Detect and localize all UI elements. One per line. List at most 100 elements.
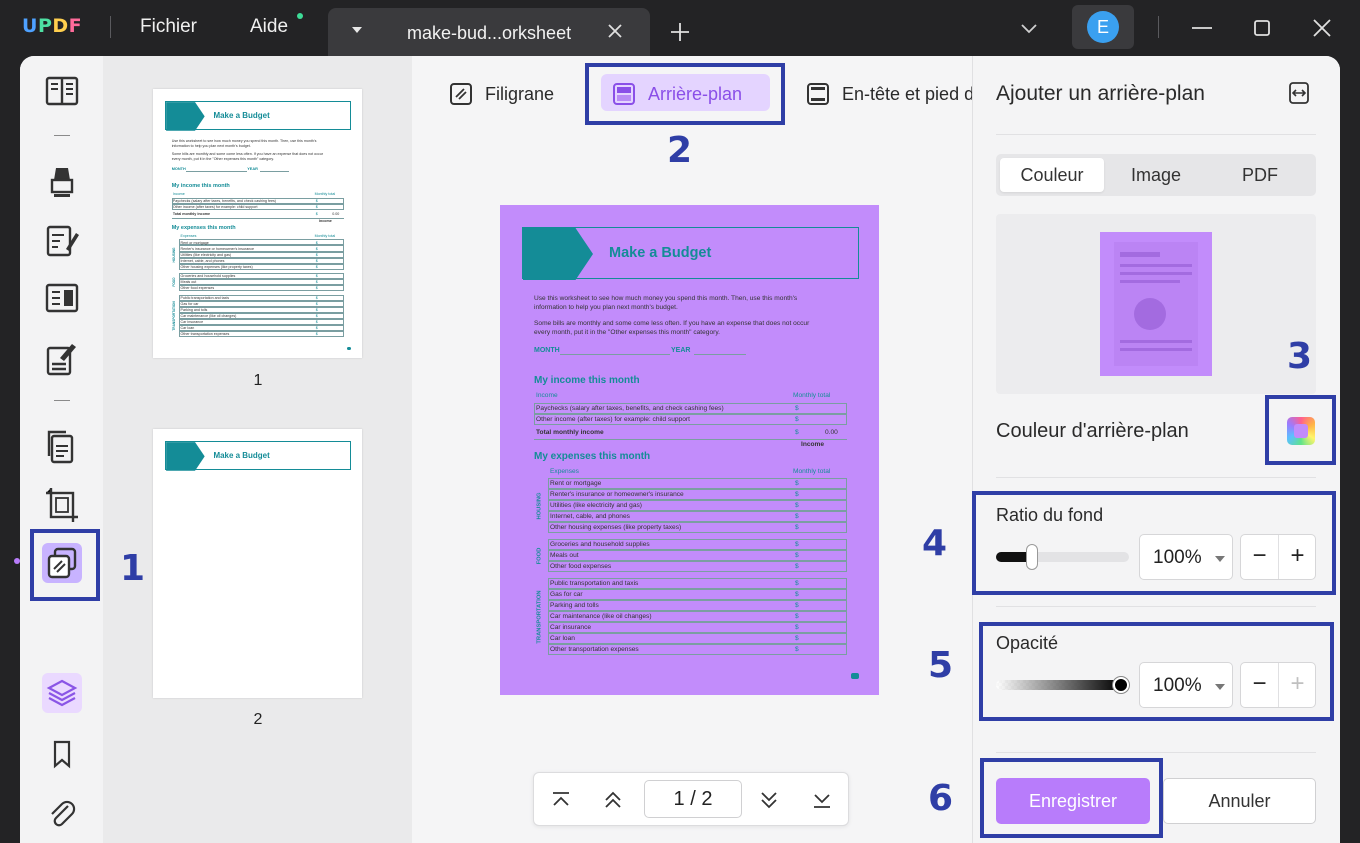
doc-expense-row-label: Car insurance	[180, 319, 204, 324]
doc-dollar: $	[315, 274, 318, 279]
fit-width-icon[interactable]	[1286, 80, 1312, 106]
paperclip-icon	[51, 800, 76, 827]
doc-dollar: $	[315, 258, 318, 263]
annotation-number-2: 2	[667, 130, 693, 171]
doc-expense-row-label: Gas for car	[550, 591, 583, 598]
doc-title: Make a Budget	[609, 245, 712, 261]
sign-tool[interactable]	[42, 338, 82, 378]
attachment-tool[interactable]	[42, 794, 82, 834]
doc-expense-row-label: Car maintenance (like oil changes)	[550, 613, 652, 620]
annotation-box-5	[979, 622, 1334, 721]
form-icon	[45, 283, 79, 313]
crop-tool[interactable]	[42, 484, 82, 524]
doc-expense-row-label: Groceries and household supplies	[550, 541, 650, 548]
money-icon	[166, 102, 205, 131]
chevron-down-icon[interactable]	[1018, 17, 1040, 39]
account-button[interactable]: E	[1072, 5, 1134, 49]
doc-month-line	[186, 171, 247, 173]
doc-intro: every month, put it in the "Other expens…	[534, 329, 720, 336]
title-bar: UPDF Fichier Aide make-bud...orksheet E	[0, 0, 1360, 56]
comment-tool[interactable]	[42, 160, 82, 200]
tab-color[interactable]: Couleur	[1000, 158, 1104, 192]
money-icon	[523, 228, 593, 280]
doc-income-row-label: Paychecks (salary after taxes, benefits,…	[172, 199, 276, 204]
page-thumbnail[interactable]: Make a Budget Use this worksheet to see h…	[153, 89, 362, 358]
first-page-icon[interactable]	[548, 787, 574, 813]
bookmark-tool[interactable]	[42, 734, 82, 774]
logo-letter-f: F	[68, 15, 83, 37]
doc-footer-arrow	[851, 673, 859, 679]
cancel-button[interactable]: Annuler	[1163, 778, 1316, 824]
minimize-icon[interactable]	[1188, 14, 1216, 42]
maximize-icon[interactable]	[1248, 14, 1276, 42]
menu-help[interactable]: Aide	[250, 16, 288, 38]
doc-expense-row-label: Utilities (like electricity and gas)	[180, 252, 232, 257]
doc-monthly-total-col: Monthly total	[314, 192, 336, 197]
document-canvas: Filigrane Arrière-plan En-tête et pied d…	[412, 56, 974, 843]
layers-icon	[46, 679, 78, 707]
updf-logo[interactable]: UPDF	[22, 15, 82, 37]
current-page: 1	[673, 788, 685, 810]
doc-banner: Make a Budget	[165, 101, 351, 131]
document-page[interactable]: Make a Budget Use this worksheet to see h…	[500, 205, 879, 695]
doc-expense-row-label: Public transportation and taxis	[180, 295, 230, 300]
thumbnail-page-number: 1	[253, 372, 263, 389]
previous-page-icon[interactable]	[600, 787, 626, 813]
doc-dollar: $	[795, 541, 799, 548]
doc-dollar: $	[315, 252, 318, 257]
close-tab-icon[interactable]	[604, 20, 626, 42]
page-thumbnail[interactable]: Make a Budget	[153, 429, 362, 698]
doc-group-label: TRANSPORTATION	[172, 301, 177, 331]
doc-total-income: Total monthly income	[172, 212, 211, 217]
doc-month-line	[560, 354, 670, 355]
doc-group-label: HOUSING	[172, 247, 177, 263]
doc-footer-arrow	[346, 346, 351, 351]
close-window-icon[interactable]	[1308, 14, 1336, 42]
layers-tool[interactable]	[42, 673, 82, 713]
doc-dollar: $	[315, 325, 318, 330]
doc-total-value: 0.00	[825, 429, 838, 436]
bookmark-icon	[53, 740, 71, 769]
pages-icon	[47, 430, 74, 464]
doc-dollar: $	[795, 613, 799, 620]
doc-intro: Use this worksheet to see how much money…	[171, 138, 317, 143]
doc-income-caption: Income	[801, 441, 825, 448]
doc-dollar: $	[795, 405, 799, 412]
left-toolbar	[20, 56, 103, 843]
edit-tool[interactable]	[42, 219, 82, 259]
next-page-icon[interactable]	[756, 787, 782, 813]
doc-expense-row-label: Renter's insurance or homeowner's insura…	[180, 246, 255, 251]
doc-expenses-heading: My expenses this month	[534, 451, 651, 462]
last-page-icon[interactable]	[809, 787, 835, 813]
panel-divider	[996, 606, 1316, 607]
money-icon	[166, 442, 205, 471]
doc-intro: information to help you plan next month'…	[171, 143, 251, 148]
doc-intro: Some bills are monthly and some come les…	[171, 152, 324, 157]
doc-dollar: $	[795, 563, 799, 570]
document-tab[interactable]: make-bud...orksheet	[328, 8, 650, 56]
new-tab-icon[interactable]	[668, 20, 692, 44]
doc-income-row-label: Other income (after taxes) for example: …	[172, 205, 258, 210]
doc-month-label: MONTH	[171, 167, 186, 172]
doc-expense-row-label: Gas for car	[180, 301, 199, 306]
edit-document-icon	[46, 225, 79, 257]
annotation-box-1	[30, 529, 100, 601]
doc-expense-row-label: Other housing expenses (like property ta…	[180, 264, 253, 269]
doc-expense-row-label: Other food expenses	[180, 286, 215, 291]
doc-dollar: $	[795, 552, 799, 559]
doc-expense-row	[548, 622, 847, 633]
doc-expense-row-label: Parking and tolls	[180, 307, 208, 312]
tab-image[interactable]: Image	[1104, 158, 1208, 192]
doc-expense-row-label: Internet, cable, and phones	[550, 513, 630, 520]
tab-pdf[interactable]: PDF	[1208, 158, 1312, 192]
doc-expense-row-label: Meals out	[550, 552, 579, 559]
reader-tool[interactable]	[42, 72, 82, 112]
tab-dropdown-icon[interactable]	[352, 27, 362, 33]
doc-expense-row-label: Other food expenses	[550, 563, 612, 570]
doc-total-value: 0.00	[332, 212, 340, 217]
doc-expense-row-label: Rent or mortgage	[550, 480, 602, 487]
form-tool[interactable]	[42, 278, 82, 318]
menu-file[interactable]: Fichier	[140, 16, 197, 38]
organize-tool[interactable]	[42, 426, 82, 466]
page-number-input[interactable]: 1 / 2	[644, 780, 742, 818]
